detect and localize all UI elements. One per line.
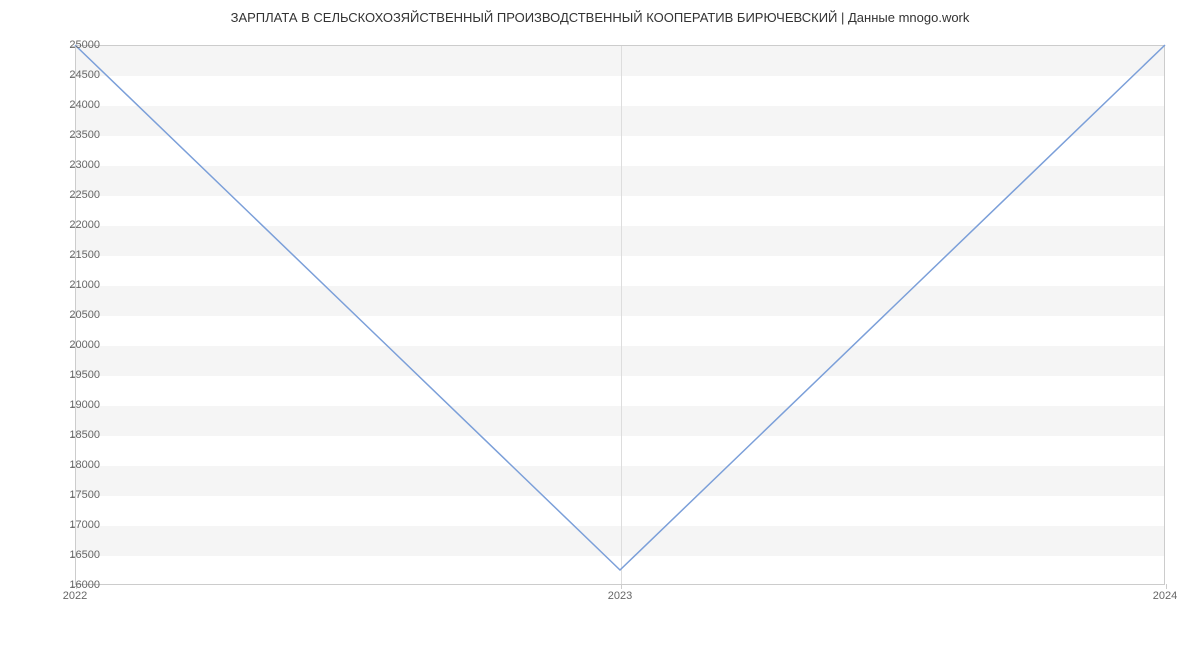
y-tick-label: 16000 — [50, 579, 100, 591]
y-tick-label: 25000 — [50, 39, 100, 51]
x-tick-label: 2023 — [608, 590, 632, 602]
y-tick-label: 23000 — [50, 159, 100, 171]
x-tick-label: 2022 — [63, 590, 87, 602]
chart-plot-area — [75, 45, 1165, 585]
y-tick-label: 23500 — [50, 129, 100, 141]
y-tick-label: 20500 — [50, 309, 100, 321]
chart-title: ЗАРПЛАТА В СЕЛЬСКОХОЗЯЙСТВЕННЫЙ ПРОИЗВОД… — [0, 0, 1200, 25]
y-tick-label: 18500 — [50, 429, 100, 441]
y-tick-label: 24000 — [50, 99, 100, 111]
y-tick-label: 17000 — [50, 519, 100, 531]
y-tick-label: 22500 — [50, 189, 100, 201]
x-tick-mark — [1166, 584, 1167, 589]
x-tick-label: 2024 — [1153, 590, 1177, 602]
y-tick-label: 18000 — [50, 459, 100, 471]
y-tick-label: 22000 — [50, 219, 100, 231]
y-tick-label: 16500 — [50, 549, 100, 561]
y-tick-label: 24500 — [50, 69, 100, 81]
y-tick-label: 17500 — [50, 489, 100, 501]
y-tick-label: 20000 — [50, 339, 100, 351]
data-line — [75, 45, 1165, 570]
y-tick-label: 21000 — [50, 279, 100, 291]
y-tick-label: 21500 — [50, 249, 100, 261]
y-tick-label: 19000 — [50, 399, 100, 411]
y-tick-label: 19500 — [50, 369, 100, 381]
